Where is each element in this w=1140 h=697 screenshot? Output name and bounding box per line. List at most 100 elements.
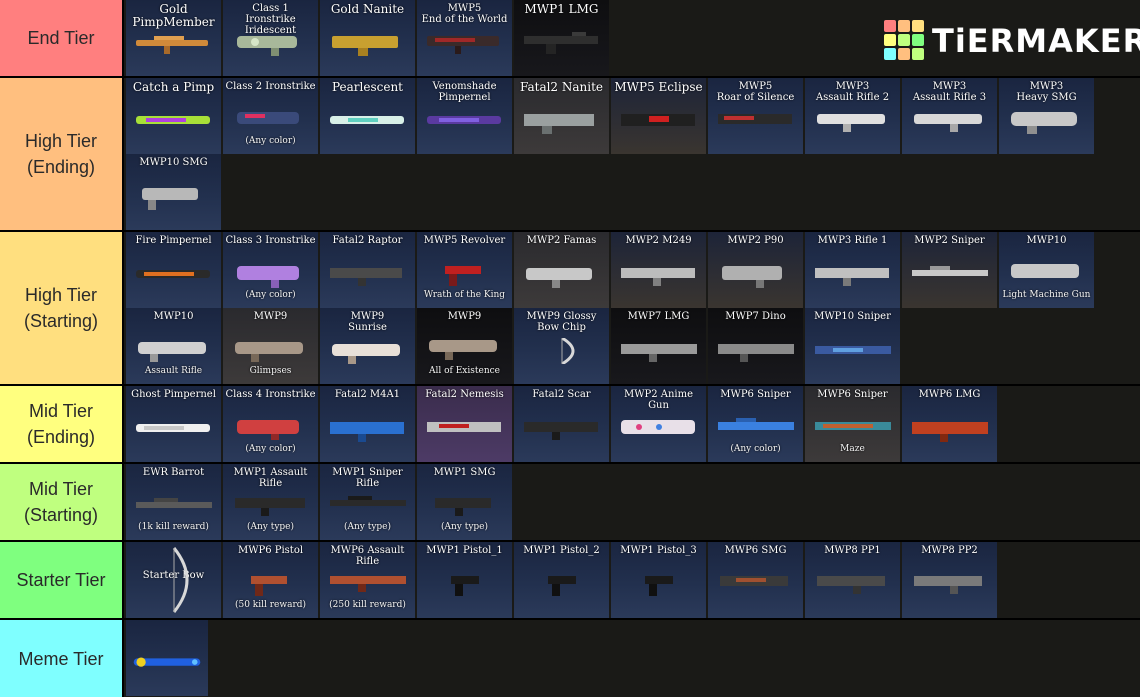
gun-icon xyxy=(136,116,210,124)
tier-item[interactable]: MWP1 LMG xyxy=(514,0,609,76)
tier-item[interactable]: EWR Barrot (1k kill reward) xyxy=(126,464,221,540)
tier-item[interactable]: Catch a Pimp xyxy=(126,78,221,154)
tier-item[interactable]: Fatal2 M4A1 xyxy=(320,386,415,462)
item-name: Fatal2 Nemesis xyxy=(425,389,504,400)
item-name: Fatal2 Nanite xyxy=(519,80,604,94)
tier-item[interactable]: Class 2 Ironstrike (Any color) xyxy=(223,78,318,154)
tier-item[interactable]: MWP9 Glossy Bow Chip xyxy=(514,308,609,384)
tier-item[interactable]: MWP8 PP2 xyxy=(902,542,997,618)
tier-item[interactable]: Fatal2 Raptor xyxy=(320,232,415,308)
item-note: Maze xyxy=(840,444,865,454)
tier-item[interactable]: MWP10 Sniper xyxy=(805,308,900,384)
item-name: MWP10 SMG xyxy=(139,157,208,168)
tier-item[interactable]: MWP5 Roar of Silence xyxy=(708,78,803,154)
tier-item[interactable]: MWP7 Dino xyxy=(708,308,803,384)
logo-grid-icon xyxy=(884,20,926,62)
tier-label-high-starting[interactable]: High Tier (Starting) xyxy=(0,232,124,384)
tier-item[interactable]: MWP2 Sniper xyxy=(902,232,997,308)
tier-item[interactable]: MWP3 Heavy SMG xyxy=(999,78,1094,154)
gun-icon xyxy=(330,268,402,286)
item-name: MWP2 Anime Gun xyxy=(623,389,694,411)
item-name: MWP3 Assault Rifle 2 xyxy=(815,81,890,103)
item-name: MWP5 Eclipse xyxy=(614,80,703,94)
tier-item[interactable]: MWP6 Sniper (Any color) xyxy=(708,386,803,462)
tier-item[interactable] xyxy=(126,620,208,696)
item-name: Fatal2 Scar xyxy=(532,389,591,400)
gun-icon xyxy=(815,346,891,354)
tier-item[interactable]: MWP9 Glimpses xyxy=(223,308,318,384)
tier-item[interactable]: MWP6 LMG xyxy=(902,386,997,462)
tier-item[interactable]: Gold PimpMember xyxy=(126,0,221,76)
tier-item[interactable]: MWP2 Famas xyxy=(514,232,609,308)
tier-item[interactable]: MWP2 P90 xyxy=(708,232,803,308)
tier-item[interactable]: Class 3 Ironstrike (Any color) xyxy=(223,232,318,308)
tier-item[interactable]: Fatal2 Nemesis xyxy=(417,386,512,462)
tier-item[interactable]: MWP8 PP1 xyxy=(805,542,900,618)
tier-item[interactable]: MWP10 SMG xyxy=(126,154,221,230)
tier-item[interactable]: Class 4 Ironstrike (Any color) xyxy=(223,386,318,462)
tier-item[interactable]: MWP10 Light Machine Gun xyxy=(999,232,1094,308)
tier-label-mid-starting[interactable]: Mid Tier (Starting) xyxy=(0,464,124,540)
tier-item[interactable]: MWP5 Revolver Wrath of the King xyxy=(417,232,512,308)
gun-icon xyxy=(718,344,794,362)
item-note: (Any type) xyxy=(343,522,392,532)
tier-item[interactable]: Class 1 Ironstrike Iridescent xyxy=(223,0,318,76)
gun-icon xyxy=(524,114,594,134)
tier-item[interactable]: MWP3 Assault Rifle 3 xyxy=(902,78,997,154)
item-name: MWP1 SMG xyxy=(433,467,496,478)
tier-item[interactable]: Gold Nanite xyxy=(320,0,415,76)
gun-icon xyxy=(136,270,210,278)
tier-row-mid-ending: Mid Tier (Ending) Ghost Pimpernel Class … xyxy=(0,386,1140,464)
gun-icon xyxy=(621,420,695,434)
gun-icon xyxy=(718,114,792,124)
tier-item[interactable]: Fatal2 Scar xyxy=(514,386,609,462)
tier-item[interactable]: MWP6 SMG xyxy=(708,542,803,618)
tier-item[interactable]: MWP2 M249 xyxy=(611,232,706,308)
item-name: MWP6 Sniper xyxy=(720,389,791,400)
item-name: MWP5 Roar of Silence xyxy=(716,81,795,103)
tier-items-starter: Starter Bow MWP6 Pistol (50 kill reward)… xyxy=(126,542,1140,618)
gun-icon xyxy=(330,576,406,592)
tier-label-high-ending[interactable]: High Tier (Ending) xyxy=(0,78,124,230)
tier-item[interactable]: Starter Bow xyxy=(126,542,221,618)
tier-item[interactable]: MWP7 LMG xyxy=(611,308,706,384)
tier-item[interactable]: MWP1 SMG (Any type) xyxy=(417,464,512,540)
tier-item[interactable]: MWP2 Anime Gun xyxy=(611,386,706,462)
tier-item[interactable]: MWP9 Sunrise xyxy=(320,308,415,384)
tier-item[interactable]: MWP6 Assault Rifle (250 kill reward) xyxy=(320,542,415,618)
tier-label-mid-ending[interactable]: Mid Tier (Ending) xyxy=(0,386,124,462)
item-note: (Any type) xyxy=(440,522,489,532)
tier-item[interactable]: MWP1 Pistol_3 xyxy=(611,542,706,618)
tier-item[interactable]: MWP3 Rifle 1 xyxy=(805,232,900,308)
tier-item[interactable]: MWP6 Pistol (50 kill reward) xyxy=(223,542,318,618)
tier-label-meme[interactable]: Meme Tier xyxy=(0,620,124,697)
tier-label-starter[interactable]: Starter Tier xyxy=(0,542,124,618)
gun-icon xyxy=(722,266,782,288)
tier-item[interactable]: MWP1 Pistol_2 xyxy=(514,542,609,618)
tier-item[interactable]: MWP1 Pistol_1 xyxy=(417,542,512,618)
tier-item[interactable]: MWP1 Assault Rifle (Any type) xyxy=(223,464,318,540)
tier-item[interactable]: MWP3 Assault Rifle 2 xyxy=(805,78,900,154)
gun-icon xyxy=(136,424,210,432)
tier-label-end[interactable]: End Tier xyxy=(0,0,124,76)
tier-item[interactable]: Fire Pimpernel xyxy=(126,232,221,308)
item-name: MWP2 P90 xyxy=(727,235,784,246)
tier-item[interactable]: Venomshade Pimpernel xyxy=(417,78,512,154)
tier-item[interactable]: MWP9 All of Existence xyxy=(417,308,512,384)
item-name: MWP7 Dino xyxy=(725,311,786,322)
tier-item[interactable]: MWP6 Sniper Maze xyxy=(805,386,900,462)
tier-item[interactable]: Ghost Pimpernel xyxy=(126,386,221,462)
gun-icon xyxy=(237,112,299,124)
tier-items-high-starting: Fire Pimpernel Class 3 Ironstrike (Any c… xyxy=(126,232,1140,384)
item-name: MWP3 Assault Rifle 3 xyxy=(912,81,987,103)
tier-item[interactable]: MWP5 Eclipse xyxy=(611,78,706,154)
gun-icon xyxy=(427,116,501,124)
tier-item[interactable]: Pearlescent xyxy=(320,78,415,154)
tier-item[interactable]: MWP10 Assault Rifle xyxy=(126,308,221,384)
tier-item[interactable]: MWP1 Sniper Rifle (Any type) xyxy=(320,464,415,540)
tier-item[interactable]: Fatal2 Nanite xyxy=(514,78,609,154)
tier-row-mid-starting: Mid Tier (Starting) EWR Barrot (1k kill … xyxy=(0,464,1140,542)
item-name: Fatal2 Raptor xyxy=(332,235,403,246)
item-name: MWP7 LMG xyxy=(627,311,690,322)
tier-item[interactable]: MWP5 End of the World xyxy=(417,0,512,76)
